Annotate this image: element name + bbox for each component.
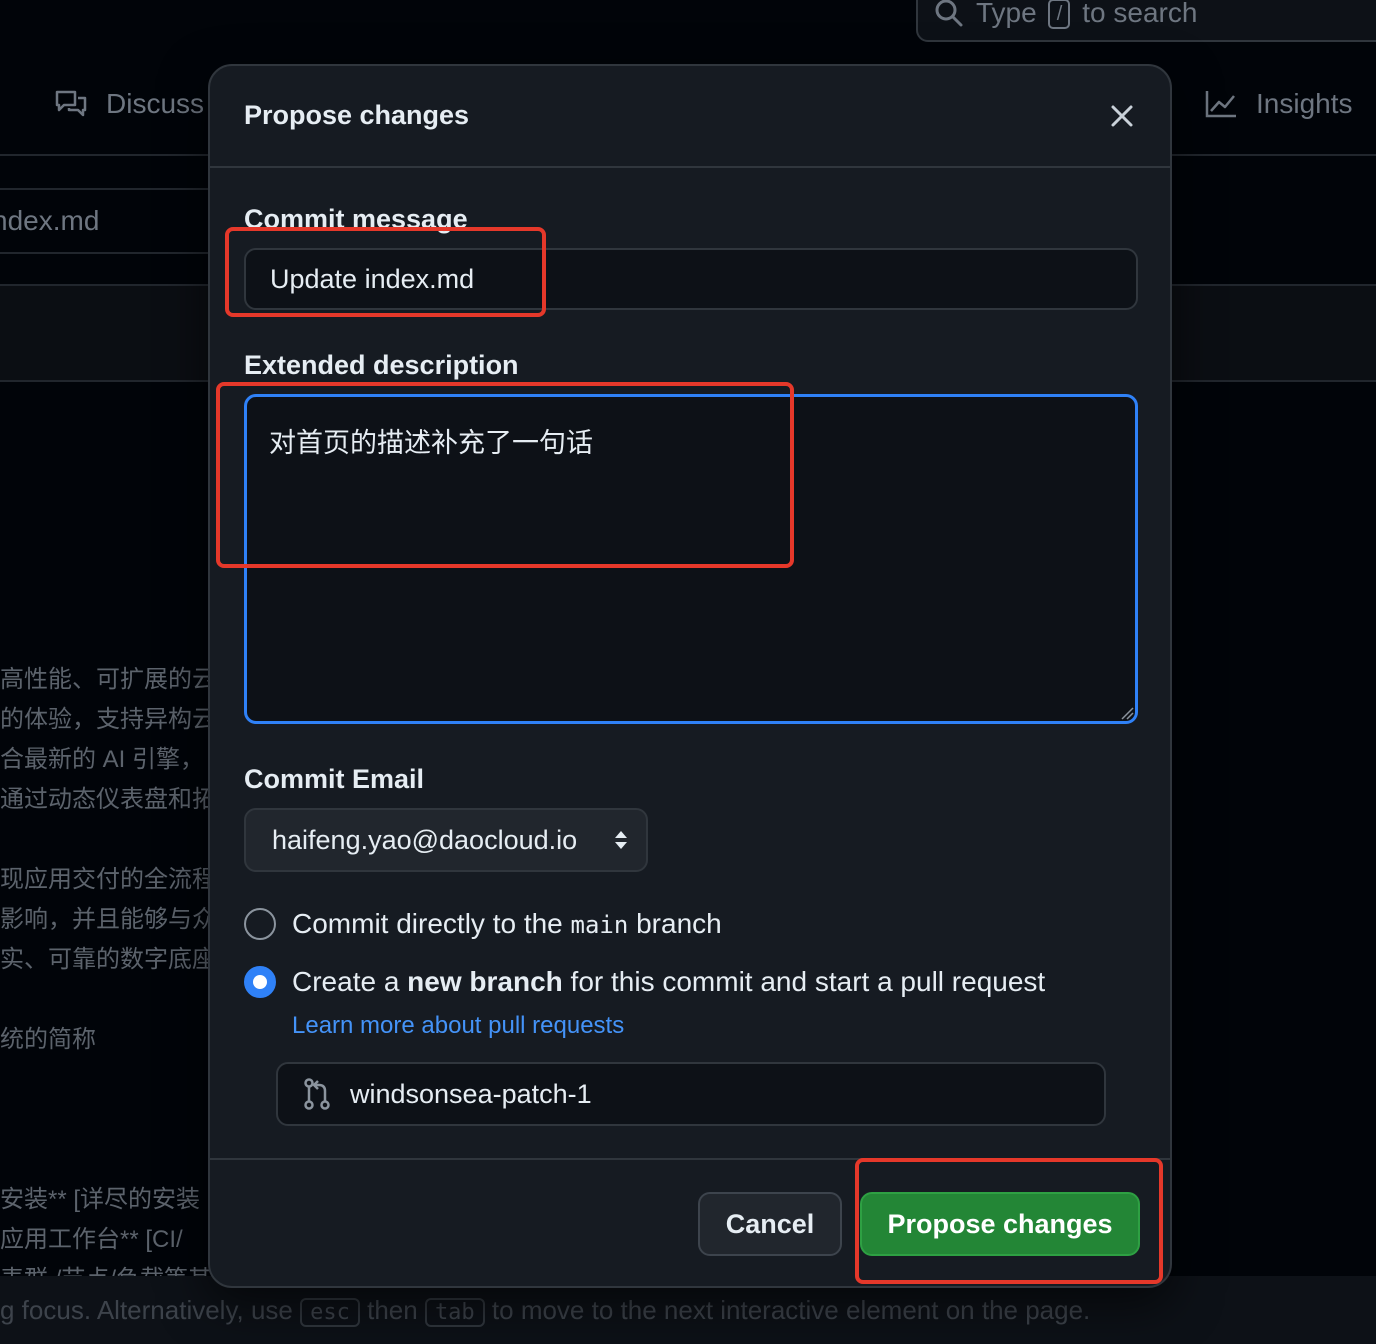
- search-shortcut-key: /: [1048, 0, 1071, 30]
- extended-description-textarea[interactable]: 对首页的描述补充了一句话: [244, 394, 1138, 724]
- propose-changes-dialog: Propose changes Commit message Extended …: [208, 64, 1172, 1288]
- close-icon: [1111, 105, 1133, 127]
- commit-email-select[interactable]: haifeng.yao@daocloud.io: [244, 808, 648, 872]
- commit-email-value: haifeng.yao@daocloud.io: [272, 824, 578, 855]
- search-icon: [935, 0, 963, 27]
- new-branch-radio[interactable]: [244, 966, 276, 998]
- nav-tab-discussions-label: Discuss: [106, 88, 205, 119]
- new-branch-label: Create a new branch for this commit and …: [292, 966, 1046, 997]
- commit-directly-radio[interactable]: [244, 908, 276, 940]
- editor-text-block-2: 现应用交付的全流程 影响，并且能够与众 实、可靠的数字底座，: [0, 866, 210, 973]
- commit-directly-label: Commit directly to the main branch: [292, 908, 722, 939]
- main-branch-code: main: [570, 911, 629, 939]
- resize-grip-icon[interactable]: [1120, 706, 1134, 720]
- commit-message-input[interactable]: [244, 248, 1138, 310]
- esc-key: esc: [300, 1298, 360, 1327]
- select-chevrons-icon: [615, 831, 627, 849]
- nav-tab-insights-label: Insights: [1256, 88, 1353, 119]
- learn-more-pull-requests-link[interactable]: Learn more about pull requests: [292, 1012, 624, 1040]
- branch-name-input[interactable]: windsonsea-patch-1: [276, 1062, 1106, 1126]
- editor-text-block-3: 统的简称: [0, 1026, 96, 1053]
- propose-changes-button[interactable]: Propose changes: [860, 1192, 1140, 1256]
- dialog-footer: Cancel Propose changes: [210, 1158, 1170, 1286]
- commit-directly-option[interactable]: Commit directly to the main branch: [244, 908, 722, 940]
- git-branch-icon: [304, 1078, 330, 1110]
- dialog-header: Propose changes: [210, 66, 1170, 168]
- search-placeholder: Type / to search: [976, 0, 1198, 30]
- cancel-button[interactable]: Cancel: [698, 1192, 842, 1256]
- discussions-icon: [55, 90, 87, 117]
- commit-email-label: Commit Email: [244, 764, 425, 794]
- global-search[interactable]: Type / to search: [916, 0, 1376, 42]
- extended-description-label: Extended description: [244, 350, 519, 380]
- editor-text-block-1: 高性能、可扩展的云 的体验，支持异构云 合最新的 AI 引擎， 通过动态仪表盘和…: [0, 666, 210, 813]
- insights-graph-icon: [1205, 91, 1236, 118]
- nav-tab-discussions[interactable]: Discuss: [54, 88, 204, 120]
- dialog-title: Propose changes: [244, 100, 470, 130]
- new-branch-option[interactable]: Create a new branch for this commit and …: [244, 966, 1045, 998]
- nav-tab-insights[interactable]: Insights: [1204, 88, 1353, 120]
- close-button[interactable]: [1104, 98, 1140, 134]
- branch-name-value: windsonsea-patch-1: [350, 1078, 592, 1109]
- tab-key: tab: [424, 1298, 485, 1327]
- file-name-field[interactable]: ndex.md: [0, 188, 210, 254]
- commit-message-label: Commit message: [244, 204, 468, 234]
